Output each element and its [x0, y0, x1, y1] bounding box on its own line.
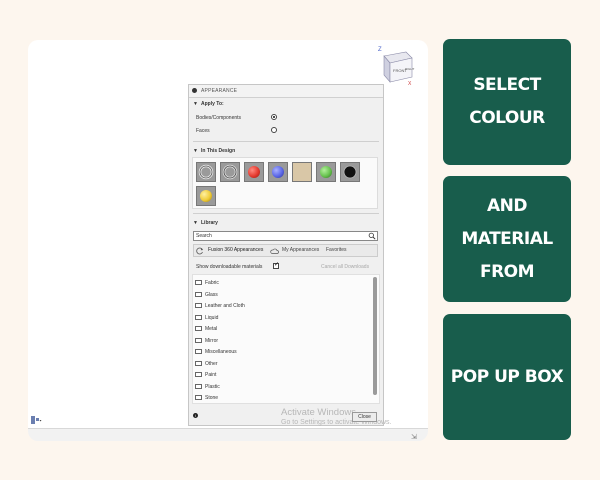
- in-this-design-header[interactable]: ▼ In This Design: [189, 146, 383, 156]
- viewcube-axis-x: X: [408, 81, 412, 86]
- folder-item-metal[interactable]: Metal: [195, 324, 371, 334]
- folder-icon: [195, 383, 202, 389]
- search-placeholder: Search: [196, 233, 212, 239]
- folder-icon: [195, 337, 202, 343]
- section-divider: [193, 213, 379, 214]
- resize-arrows-icon[interactable]: ⇲: [411, 433, 417, 441]
- folder-icon: [195, 280, 202, 285]
- collapse-arrow-icon[interactable]: ▼: [193, 220, 198, 226]
- folder-item-glass[interactable]: Glass: [195, 290, 371, 300]
- folder-icon: [195, 314, 202, 320]
- folder-list-scrollbar[interactable]: [373, 277, 377, 395]
- viewcube-icon[interactable]: FRONT RIGHT Z X: [376, 44, 416, 86]
- cloud-icon: [270, 248, 279, 254]
- show-downloadable-checkbox[interactable]: [273, 261, 279, 269]
- callout-and-material-from: AND MATERIAL FROM: [443, 176, 571, 302]
- folder-item-miscellaneous[interactable]: Miscellaneous: [195, 347, 371, 357]
- tab-favorites[interactable]: Favorites: [326, 247, 347, 255]
- library-header[interactable]: ▼ Library: [189, 218, 383, 228]
- bodies-components-label: Bodies/Components: [196, 115, 242, 121]
- bodies-components-radio[interactable]: [271, 114, 277, 120]
- callout-line: COLOUR: [469, 108, 545, 128]
- swatch-chrome-2[interactable]: [220, 162, 240, 182]
- viewcube-right-label: RIGHT: [405, 67, 415, 71]
- faces-label: Faces: [196, 128, 210, 134]
- folder-icon: [195, 349, 202, 354]
- swatch-blue-ball: [272, 166, 284, 178]
- info-icon[interactable]: i: [193, 413, 198, 418]
- folder-item-other[interactable]: Other: [195, 359, 371, 369]
- panel-title-bar[interactable]: APPEARANCE: [189, 85, 383, 98]
- callout-pop-up-box: POP UP BOX: [443, 314, 571, 440]
- close-button[interactable]: Close: [352, 412, 377, 422]
- folder-icon: [195, 303, 202, 308]
- folder-item-fabric[interactable]: Fabric: [195, 278, 371, 288]
- folder-item-paint[interactable]: Paint: [195, 370, 371, 380]
- folder-item-leather-and-cloth[interactable]: Leather and Cloth: [195, 301, 371, 311]
- folder-item-mirror[interactable]: Mirror: [195, 336, 371, 346]
- refresh-icon[interactable]: [196, 247, 204, 255]
- faces-radio[interactable]: [271, 127, 277, 133]
- folder-icon: [195, 395, 202, 400]
- folder-item-plastic[interactable]: Plastic: [195, 382, 371, 392]
- callout-select-colour: SELECT COLOUR: [443, 39, 571, 165]
- panel-title: APPEARANCE: [201, 88, 238, 94]
- apply-to-header[interactable]: ▼ Apply To:: [189, 99, 383, 109]
- search-icon[interactable]: [368, 232, 376, 240]
- folder-item-liquid[interactable]: Liquid: [195, 313, 371, 323]
- panel-pin-icon[interactable]: [192, 88, 197, 93]
- tab-fusion-360-appearances[interactable]: Fusion 360 Appearances: [208, 247, 263, 255]
- callout-line: SELECT: [473, 75, 541, 95]
- collapse-arrow-icon[interactable]: ▼: [193, 148, 198, 154]
- swatch-green[interactable]: [316, 162, 336, 182]
- collapse-arrow-icon[interactable]: ▼: [193, 101, 198, 107]
- viewcube-axis-z: Z: [378, 47, 382, 53]
- swatch-chrome[interactable]: [196, 162, 216, 182]
- swatch-red-ball: [248, 166, 260, 178]
- section-divider: [193, 141, 379, 142]
- folder-icon: [195, 291, 202, 297]
- swatch-yellow[interactable]: [196, 186, 216, 206]
- swatch-green-ball: [320, 166, 332, 178]
- folder-icon: [195, 372, 202, 377]
- swatch-wood[interactable]: [292, 162, 312, 182]
- folder-icon: [195, 326, 202, 331]
- callout-line: AND MATERIAL: [461, 195, 553, 249]
- library-search-input[interactable]: Search: [193, 231, 378, 241]
- canvas-status-bar: [28, 428, 428, 441]
- folder-item-stone[interactable]: Stone: [195, 393, 371, 403]
- design-swatches: [192, 157, 378, 209]
- swatch-red[interactable]: [244, 162, 264, 182]
- library-folder-list: Fabric Glass Leather and Cloth Liquid Me…: [192, 274, 380, 404]
- callout-line: POP UP BOX: [450, 366, 564, 387]
- show-downloadable-label: Show downloadable materials: [196, 264, 263, 270]
- library-tabs: Fusion 360 Appearances My Appearances Fa…: [193, 244, 378, 257]
- callout-line: FROM: [479, 261, 535, 282]
- swatch-black[interactable]: [340, 162, 360, 182]
- swatch-blue[interactable]: [268, 162, 288, 182]
- swatch-yellow-ball: [200, 190, 212, 202]
- display-settings-icon[interactable]: [30, 415, 42, 425]
- tab-my-appearances[interactable]: My Appearances: [282, 247, 319, 255]
- cancel-downloads-link[interactable]: Cancel all Downloads: [321, 264, 369, 270]
- folder-icon: [195, 360, 202, 366]
